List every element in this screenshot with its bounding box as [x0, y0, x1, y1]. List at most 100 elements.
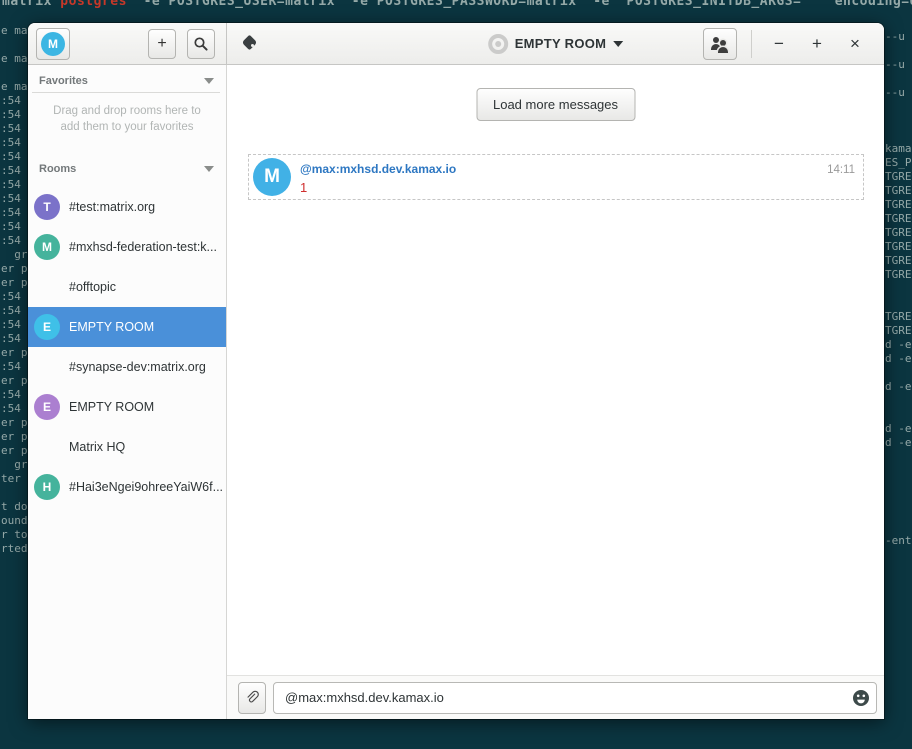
search-button[interactable]: [187, 29, 215, 59]
sender-avatar: M: [253, 158, 291, 196]
room-name: #synapse-dev:matrix.org: [69, 360, 206, 374]
terminal-line: er p: [1, 262, 29, 276]
room-name: #Hai3eNgei9ohreeYaiW6f...: [69, 480, 223, 494]
terminal-line: [885, 72, 912, 86]
message-sender[interactable]: @max:mxhsd.dev.kamax.io: [300, 162, 827, 176]
room-avatar-slot: H: [34, 474, 60, 500]
terminal-line: :54: [1, 94, 29, 108]
terminal-line: TGRE: [885, 268, 912, 282]
terminal-line: [1, 66, 29, 80]
room-avatar-slot: T: [34, 194, 60, 220]
room-name: #offtopic: [69, 280, 116, 294]
room-title: EMPTY ROOM: [515, 36, 607, 51]
attach-file-button[interactable]: [238, 682, 266, 714]
terminal-line: :54: [1, 108, 29, 122]
room-list-item[interactable]: T #test:matrix.org: [28, 187, 226, 227]
composer-bar: [227, 675, 884, 719]
terminal-line: ES_P: [885, 156, 912, 170]
room-name: Matrix HQ: [69, 440, 125, 454]
sidebar-header: M +: [28, 23, 227, 64]
chat-main: Load more messages M @max:mxhsd.dev.kama…: [227, 65, 884, 719]
favorites-collapse-icon[interactable]: [204, 78, 214, 84]
terminal-line: [885, 296, 912, 310]
terminal-line: [885, 464, 912, 478]
terminal-line: :54: [1, 150, 29, 164]
terminal-line: [885, 100, 912, 114]
terminal-line: :54: [1, 360, 29, 374]
add-room-button[interactable]: +: [148, 29, 176, 59]
room-avatar-slot: M: [34, 234, 60, 260]
room-list: T #test:matrix.org M #mxhsd-federation-test…: [28, 187, 226, 507]
room-name: #test:matrix.org: [69, 200, 155, 214]
terminal-line: [885, 520, 912, 534]
message-timeline: Load more messages M @max:mxhsd.dev.kama…: [227, 65, 884, 675]
terminal-line: [885, 394, 912, 408]
terminal-line: er p: [1, 374, 29, 388]
load-more-messages-button[interactable]: Load more messages: [476, 88, 635, 121]
terminal-line: :54: [1, 192, 29, 206]
terminal-line: d -e: [885, 436, 912, 450]
terminal-line: TGRE: [885, 310, 912, 324]
user-account-button[interactable]: M: [36, 28, 70, 60]
room-avatar: T: [34, 194, 60, 220]
terminal-line: TGRE: [885, 254, 912, 268]
terminal-line: :54: [1, 122, 29, 136]
terminal-right-column: --u --u --u kamaES_PTGRETGRETGRETGRETGRE…: [885, 30, 912, 548]
message-row: M @max:mxhsd.dev.kamax.io 1 14:11: [248, 154, 864, 200]
room-avatar: E: [34, 314, 60, 340]
terminal-line: :54: [1, 332, 29, 346]
room-list-item[interactable]: H #Hai3eNgei9ohreeYaiW6f...: [28, 467, 226, 507]
message-body: 1: [300, 180, 827, 195]
terminal-line: d -e: [885, 352, 912, 366]
terminal-line: --u: [885, 58, 912, 72]
message-timestamp: 14:11: [827, 158, 855, 196]
room-members-button[interactable]: [703, 28, 737, 60]
maximize-button[interactable]: +: [798, 28, 836, 60]
terminal-line: [885, 506, 912, 520]
terminal-line: [885, 128, 912, 142]
room-list-item[interactable]: EEMPTY ROOM: [28, 307, 226, 347]
favorites-label: Favorites: [39, 75, 88, 87]
terminal-line: t do: [1, 500, 29, 514]
user-avatar: M: [41, 32, 65, 56]
room-name: EMPTY ROOM: [69, 400, 154, 414]
window-controls: − + ×: [703, 28, 874, 60]
room-name: #mxhsd-federation-test:k...: [69, 240, 217, 254]
room-list-item[interactable]: EEMPTY ROOM: [28, 387, 226, 427]
message-input[interactable]: [273, 682, 877, 714]
terminal-line: r to: [1, 528, 29, 542]
terminal-line: e ma: [1, 52, 29, 66]
terminal-left-column: e ma e ma e ma:54:54:54:54:54:54:54:54:5…: [1, 24, 29, 556]
rooms-collapse-icon[interactable]: [204, 166, 214, 172]
room-list-item[interactable]: #synapse-dev:matrix.org: [28, 347, 226, 387]
terminal-line: er p: [1, 444, 29, 458]
titlebar: M + EMPTY ROOM: [28, 23, 884, 65]
terminal-line: [885, 366, 912, 380]
room-avatar-slot: E: [34, 314, 60, 340]
favorites-section-header: Favorites: [28, 65, 226, 92]
room-title-dropdown[interactable]: EMPTY ROOM: [488, 34, 624, 54]
chat-window: M + EMPTY ROOM: [28, 23, 884, 719]
terminal-line: e ma: [1, 24, 29, 38]
terminal-line: er p: [1, 276, 29, 290]
room-avatar: M: [34, 234, 60, 260]
room-list-item[interactable]: Matrix HQ: [28, 427, 226, 467]
close-button[interactable]: ×: [836, 28, 874, 60]
terminal-line: er p: [1, 416, 29, 430]
titlebar-separator: [751, 30, 752, 58]
terminal-line: TGRE: [885, 240, 912, 254]
terminal-line: [885, 492, 912, 506]
terminal-line: :54: [1, 318, 29, 332]
terminal-line: d -e: [885, 380, 912, 394]
emoji-icon[interactable]: [852, 689, 870, 707]
room-list-item[interactable]: M #mxhsd-federation-test:k...: [28, 227, 226, 267]
search-icon: [193, 36, 209, 52]
room-list-item[interactable]: #offtopic: [28, 267, 226, 307]
terminal-line: kama: [885, 142, 912, 156]
terminal-line: TGRE: [885, 324, 912, 338]
minimize-button[interactable]: −: [760, 28, 798, 60]
people-icon: [711, 37, 729, 51]
paperclip-icon: [244, 690, 260, 706]
terminal-line: :54: [1, 136, 29, 150]
terminal-line: [885, 114, 912, 128]
